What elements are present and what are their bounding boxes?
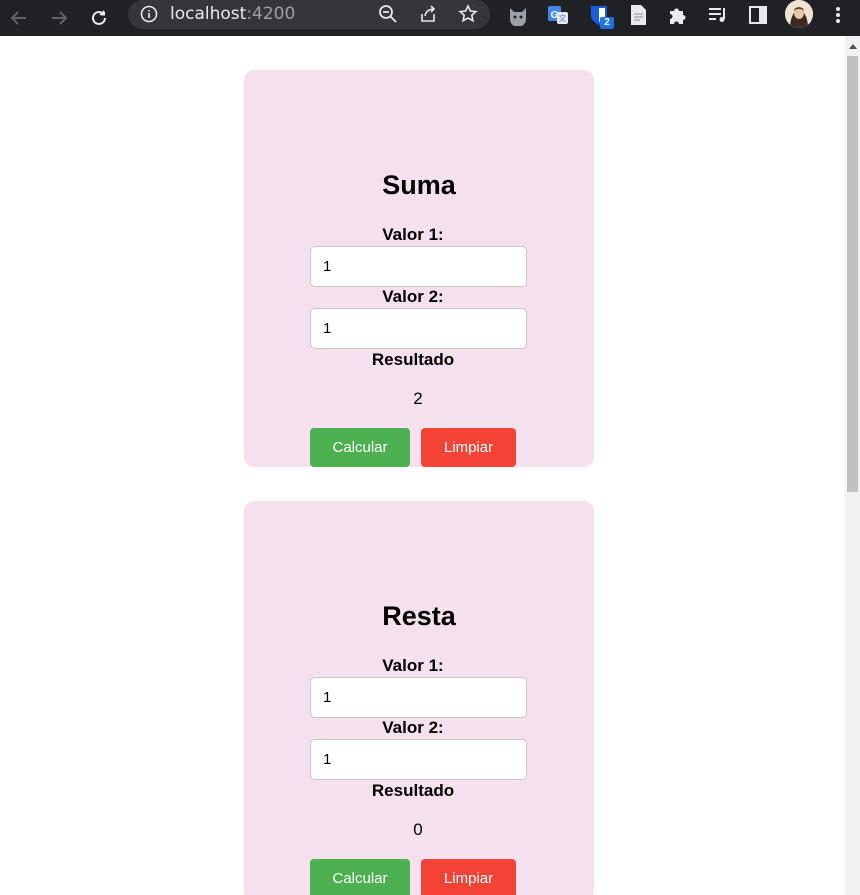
suma-valor2-label: Valor 2: [382,287,444,306]
reload-icon[interactable] [87,6,111,30]
avatar[interactable] [785,0,813,28]
scroll-up-arrow-icon[interactable] [849,44,857,49]
media-queue-icon[interactable] [706,3,730,27]
extension-count-badge: 2 [600,17,614,29]
forward-icon[interactable] [47,6,71,30]
resta-card: Resta Valor 1: Valor 2: Resultado 0 Calc… [244,501,594,895]
cat-extension-icon[interactable] [506,3,530,27]
info-icon[interactable] [140,5,158,23]
bookmark-star-icon[interactable] [458,4,478,24]
suma-card: Suma Valor 1: Valor 2: Resultado 2 Calcu… [244,70,594,467]
back-icon[interactable] [7,6,31,30]
page-viewport: Suma Valor 1: Valor 2: Resultado 2 Calcu… [0,36,845,895]
resta-calcular-button[interactable]: Calcular [310,859,410,895]
resta-result-value: 0 [413,820,423,839]
page-scrollbar[interactable] [845,36,860,895]
suma-valor1-label: Valor 1: [382,225,444,244]
translate-extension-icon[interactable]: G文 [546,3,570,27]
scrollbar-thumb[interactable] [847,56,858,492]
resta-title: Resta [382,601,456,631]
browser-toolbar: localhost:4200 G文 2 [0,0,860,36]
svg-text:文: 文 [559,13,567,23]
resta-valor1-label: Valor 1: [382,656,444,675]
resta-valor1-input[interactable] [310,677,527,718]
suma-valor1-input[interactable] [310,246,527,287]
resta-limpiar-button[interactable]: Limpiar [421,859,516,895]
suma-limpiar-button[interactable]: Limpiar [421,428,516,467]
resta-result-label: Resultado [371,781,455,800]
share-icon[interactable] [418,4,438,24]
address-bar[interactable]: localhost:4200 [128,0,490,29]
url-text[interactable]: localhost:4200 [170,4,295,24]
url-port: :4200 [246,4,296,24]
resta-valor2-label: Valor 2: [382,718,444,737]
resta-valor2-input[interactable] [310,739,527,780]
extensions-puzzle-icon[interactable] [666,3,690,27]
menu-kebab-icon[interactable] [826,3,850,27]
url-host: localhost [170,4,247,24]
suma-result-value: 2 [413,389,423,408]
suma-title: Suma [382,170,456,200]
suma-valor2-input[interactable] [310,308,527,349]
zoom-out-icon[interactable] [378,4,398,24]
side-panel-icon[interactable] [746,3,770,27]
suma-calcular-button[interactable]: Calcular [310,428,410,467]
suma-result-label: Resultado [371,350,455,369]
document-extension-icon[interactable] [626,3,650,27]
